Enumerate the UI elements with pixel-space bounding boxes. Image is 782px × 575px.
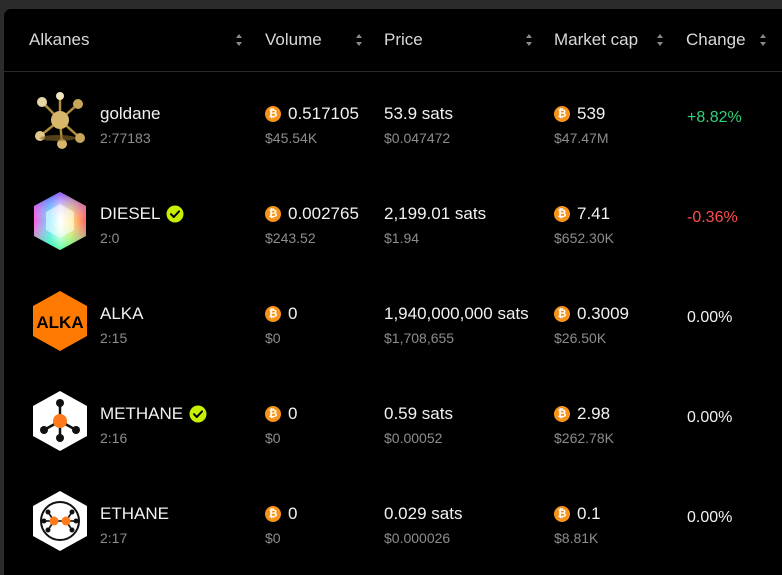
column-header-market-cap[interactable]: Market cap bbox=[554, 9, 638, 71]
price-usd: $1.94 bbox=[384, 230, 420, 246]
price-usd: $0.047472 bbox=[384, 130, 451, 146]
volume-btc: ₿ 0 bbox=[265, 404, 297, 424]
sort-icon[interactable] bbox=[525, 33, 533, 47]
bitcoin-icon: ₿ bbox=[265, 206, 281, 222]
bitcoin-icon: ₿ bbox=[554, 106, 570, 122]
price-sats: 0.59 sats bbox=[384, 404, 453, 423]
token-id: 2:15 bbox=[100, 330, 128, 346]
market-cap-btc: ₿ 7.41 bbox=[554, 204, 610, 224]
table-row[interactable]: ALKA ALKA 2:15 ₿ 0 $0 1,940,000,000 sats … bbox=[4, 271, 782, 371]
verified-badge-icon bbox=[166, 205, 184, 223]
column-header-volume[interactable]: Volume bbox=[265, 9, 322, 71]
token-id: 2:0 bbox=[100, 230, 120, 246]
goldane-molecule-icon bbox=[35, 92, 85, 149]
token-id: 2:17 bbox=[100, 530, 128, 546]
bitcoin-icon: ₿ bbox=[265, 306, 281, 322]
bitcoin-icon: ₿ bbox=[265, 506, 281, 522]
table-row[interactable]: ETHANE 2:17 ₿ 0 $0 0.029 sats $0.000026 ₿… bbox=[4, 471, 782, 571]
column-header-price[interactable]: Price bbox=[384, 9, 423, 71]
alkanes-table: Alkanes Volume Price Market cap Change g… bbox=[3, 8, 782, 575]
sort-icon[interactable] bbox=[656, 33, 664, 47]
market-cap-btc: ₿ 2.98 bbox=[554, 404, 610, 424]
price-usd: $1,708,655 bbox=[384, 330, 455, 346]
token-name[interactable]: goldane bbox=[100, 104, 161, 124]
market-cap-btc: ₿ 0.1 bbox=[554, 504, 601, 524]
volume-usd: $0 bbox=[265, 530, 281, 546]
market-cap-usd: $47.47M bbox=[554, 130, 609, 146]
token-id: 2:77183 bbox=[100, 130, 151, 146]
table-row[interactable]: goldane 2:77183 ₿ 0.517105 $45.54K 53.9 s… bbox=[4, 71, 782, 171]
token-name[interactable]: ALKA bbox=[100, 304, 143, 324]
token-name[interactable]: DIESEL bbox=[100, 204, 184, 224]
volume-usd: $45.54K bbox=[265, 130, 318, 146]
change-percent: 0.00% bbox=[687, 309, 733, 326]
bitcoin-icon: ₿ bbox=[554, 206, 570, 222]
volume-btc: ₿ 0.002765 bbox=[265, 204, 359, 224]
bitcoin-icon: ₿ bbox=[265, 106, 281, 122]
methane-molecule-icon bbox=[33, 391, 87, 451]
market-cap-usd: $26.50K bbox=[554, 330, 607, 346]
volume-btc: ₿ 0 bbox=[265, 504, 297, 524]
column-header-change[interactable]: Change bbox=[686, 9, 746, 71]
price-sats: 2,199.01 sats bbox=[384, 204, 487, 223]
bitcoin-icon: ₿ bbox=[265, 406, 281, 422]
volume-usd: $243.52 bbox=[265, 230, 316, 246]
market-cap-usd: $652.30K bbox=[554, 230, 614, 246]
market-cap-btc: ₿ 539 bbox=[554, 104, 605, 124]
market-cap-usd: $8.81K bbox=[554, 530, 599, 546]
table-row[interactable]: DIESEL 2:0 ₿ 0.002765 $243.52 2,199.01 sa… bbox=[4, 171, 782, 271]
change-percent: 0.00% bbox=[687, 509, 733, 526]
price-sats: 0.029 sats bbox=[384, 504, 463, 523]
bitcoin-icon: ₿ bbox=[554, 306, 570, 322]
verified-badge-icon bbox=[189, 405, 207, 423]
change-percent: +8.82% bbox=[687, 109, 742, 126]
bitcoin-icon: ₿ bbox=[554, 506, 570, 522]
change-percent: -0.36% bbox=[687, 209, 738, 226]
sort-icon[interactable] bbox=[355, 33, 363, 47]
price-sats: 1,940,000,000 sats bbox=[384, 304, 529, 323]
sort-icon[interactable] bbox=[759, 33, 767, 47]
token-id: 2:16 bbox=[100, 430, 128, 446]
price-usd: $0.00052 bbox=[384, 430, 443, 446]
volume-usd: $0 bbox=[265, 330, 281, 346]
diesel-hexagon-icon bbox=[34, 192, 86, 250]
volume-btc: ₿ 0 bbox=[265, 304, 297, 324]
bitcoin-icon: ₿ bbox=[554, 406, 570, 422]
alka-logo-icon: ALKA bbox=[33, 291, 87, 351]
market-cap-usd: $262.78K bbox=[554, 430, 614, 446]
column-header-alkanes[interactable]: Alkanes bbox=[29, 9, 89, 71]
ethane-molecule-icon bbox=[33, 491, 87, 551]
table-header: Alkanes Volume Price Market cap Change bbox=[4, 9, 782, 72]
svg-text:ALKA: ALKA bbox=[36, 313, 83, 332]
table-row[interactable]: METHANE 2:16 ₿ 0 $0 0.59 sats $0.00052 ₿ 2… bbox=[4, 371, 782, 471]
token-name[interactable]: METHANE bbox=[100, 404, 207, 424]
token-name[interactable]: ETHANE bbox=[100, 504, 169, 524]
sort-icon[interactable] bbox=[235, 33, 243, 47]
price-usd: $0.000026 bbox=[384, 530, 451, 546]
market-cap-btc: ₿ 0.3009 bbox=[554, 304, 629, 324]
volume-usd: $0 bbox=[265, 430, 281, 446]
volume-btc: ₿ 0.517105 bbox=[265, 104, 359, 124]
change-percent: 0.00% bbox=[687, 409, 733, 426]
price-sats: 53.9 sats bbox=[384, 104, 453, 123]
